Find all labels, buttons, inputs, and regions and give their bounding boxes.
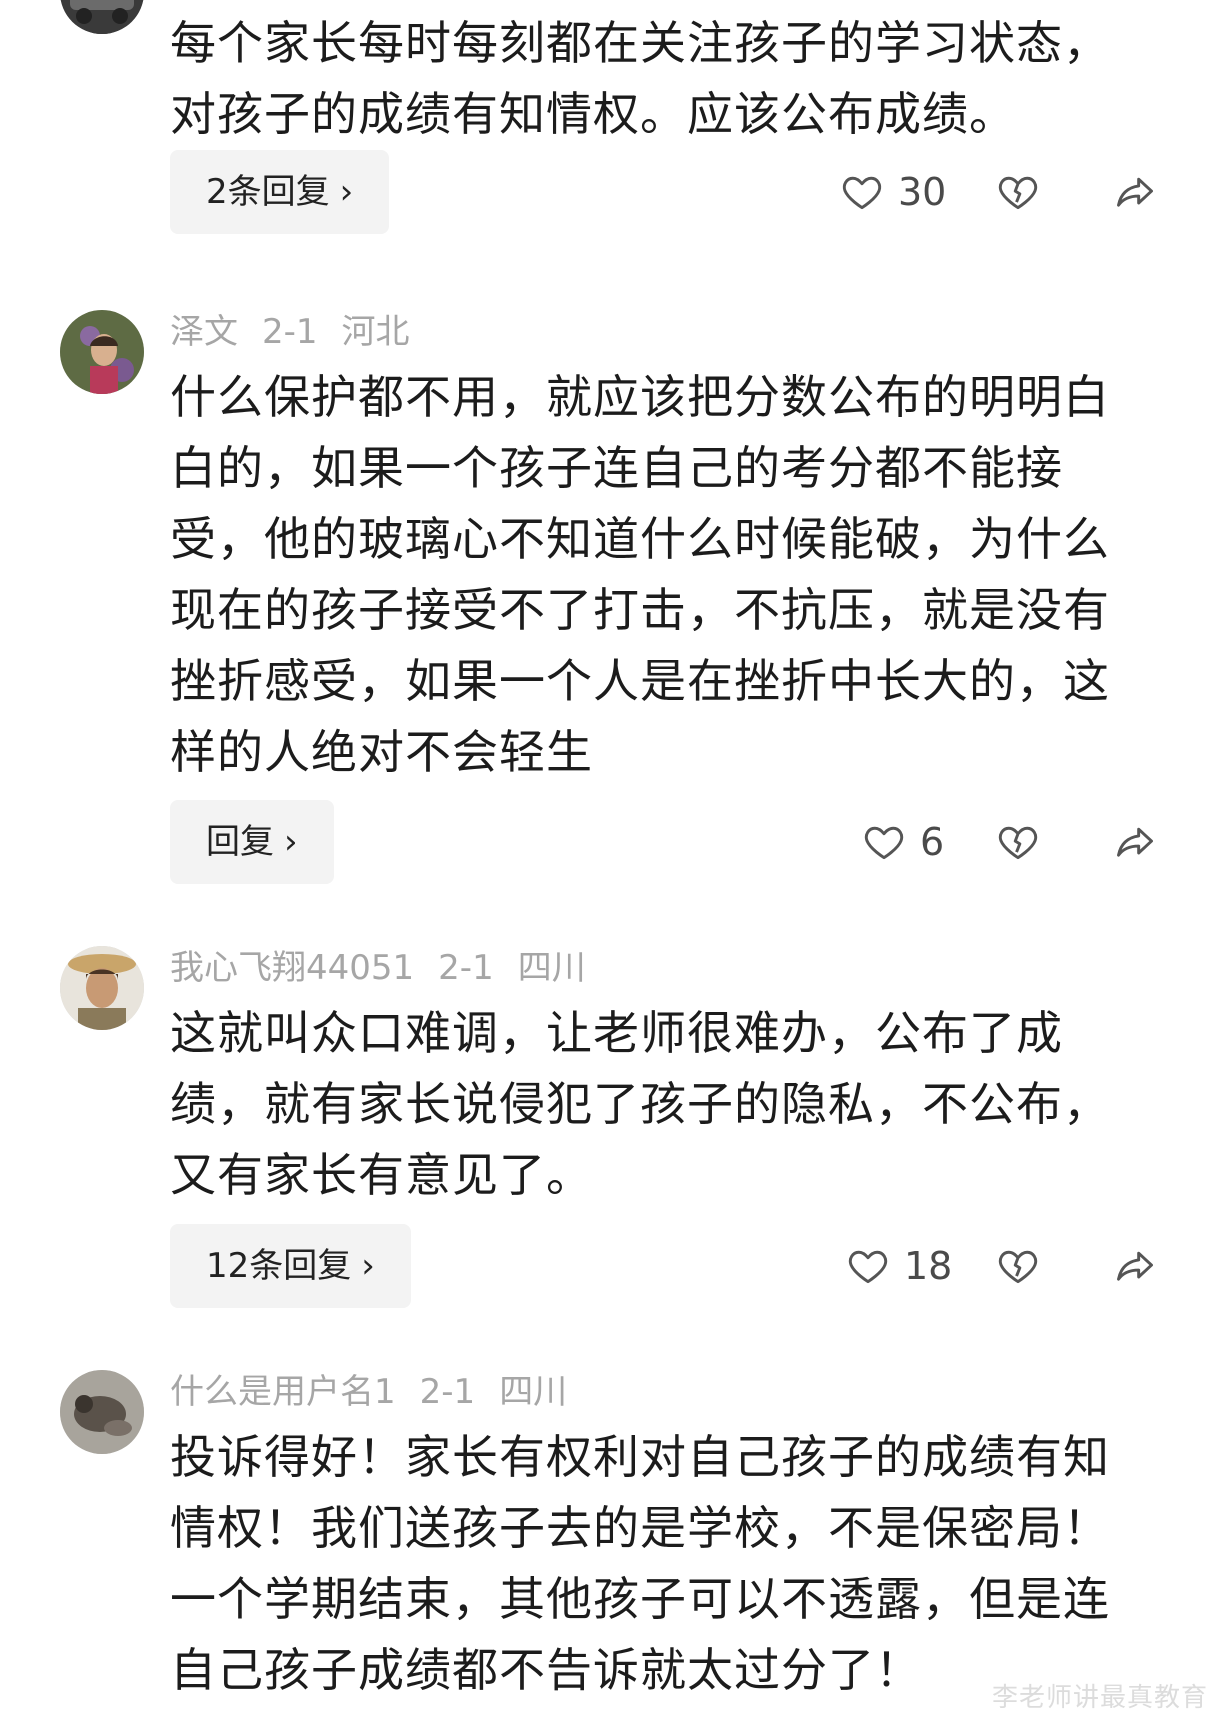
comment-text: 这就叫众口难调，让老师很难办，公布了成绩，就有家长说侵犯了孩子的隐私，不公布，又…	[170, 1006, 1110, 1202]
like-button[interactable]: 30	[840, 150, 946, 234]
heart-outline-icon	[842, 176, 882, 210]
comment-date: 2-1	[438, 948, 494, 988]
comment-date: 2-1	[419, 1372, 476, 1412]
comment-meta: 什么是用户名1 2-1 四川	[170, 1372, 591, 1412]
watermark: 李老师讲最真教育	[991, 1683, 1208, 1713]
avatar[interactable]	[60, 0, 144, 34]
heart-outline-icon	[864, 826, 904, 860]
avatar[interactable]	[60, 946, 144, 1030]
avatar[interactable]	[60, 310, 144, 394]
comment-actions: 18	[840, 1224, 1160, 1308]
avatar[interactable]	[60, 1370, 144, 1454]
like-button[interactable]: 6	[862, 800, 944, 884]
comment-text: 什么保护都不用，就应该把分数公布的明明白白的，如果一个孩子连自己的考分都不能接受…	[170, 370, 1110, 779]
author-name[interactable]: 我心飞翔44051	[170, 948, 414, 988]
heart-outline-icon	[848, 1250, 888, 1284]
author-name[interactable]: 泽文	[170, 312, 238, 352]
comment-actions: 30	[840, 150, 1160, 234]
reply-button[interactable]: 回复 ›	[170, 800, 334, 884]
like-count: 6	[920, 820, 945, 864]
comment-location: 四川	[517, 948, 586, 988]
comment-meta: 我心飞翔44051 2-1 四川	[170, 948, 610, 988]
broken-heart-icon[interactable]	[996, 1244, 1040, 1288]
comment-actions: 6	[840, 800, 1160, 884]
like-count: 18	[904, 1244, 953, 1288]
share-arrow-icon[interactable]	[1112, 170, 1158, 214]
comment-text: 投诉得好！家长有权利对自己孩子的成绩有知情权！我们送孩子去的是学校，不是保密局！…	[170, 1430, 1110, 1697]
view-replies-button[interactable]: 12条回复 ›	[170, 1224, 411, 1308]
view-replies-button[interactable]: 2条回复 ›	[170, 150, 390, 234]
author-name[interactable]: 什么是用户名1	[170, 1372, 396, 1412]
chevron-right-icon: ›	[284, 822, 298, 862]
like-button[interactable]: 18	[846, 1224, 952, 1308]
comment-location: 四川	[499, 1372, 568, 1412]
comment-date: 2-1	[262, 312, 318, 352]
chevron-right-icon: ›	[339, 172, 354, 212]
comment-location: 河北	[341, 312, 410, 352]
share-arrow-icon[interactable]	[1112, 820, 1158, 864]
comment-meta: 泽文 2-1 河北	[170, 312, 434, 352]
share-arrow-icon[interactable]	[1112, 1244, 1158, 1288]
broken-heart-icon[interactable]	[996, 170, 1040, 214]
like-count: 30	[898, 170, 947, 214]
chevron-right-icon: ›	[361, 1246, 375, 1286]
comment-text: 每个家长每时每刻都在关注孩子的学习状态，对孩子的成绩有知情权。应该公布成绩。	[170, 16, 1110, 141]
broken-heart-icon[interactable]	[996, 820, 1040, 864]
